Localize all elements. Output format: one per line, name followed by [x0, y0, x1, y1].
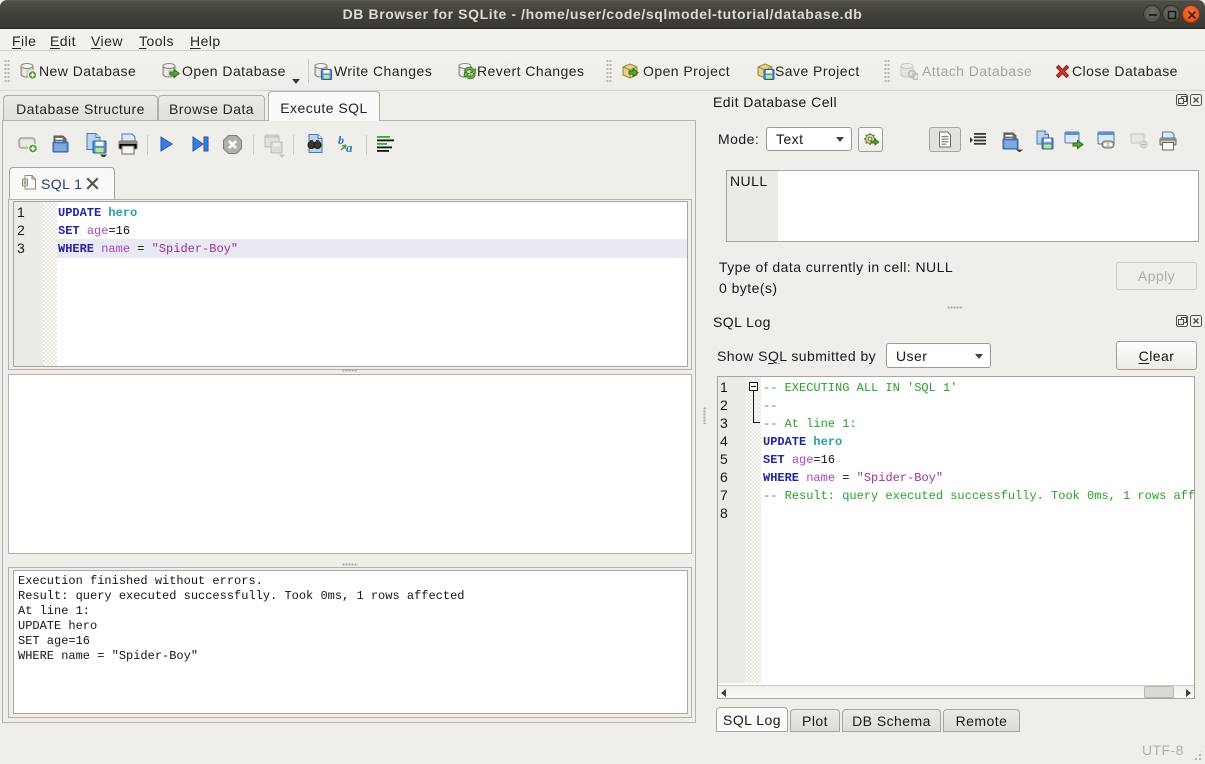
svg-text:a: a — [346, 140, 353, 155]
